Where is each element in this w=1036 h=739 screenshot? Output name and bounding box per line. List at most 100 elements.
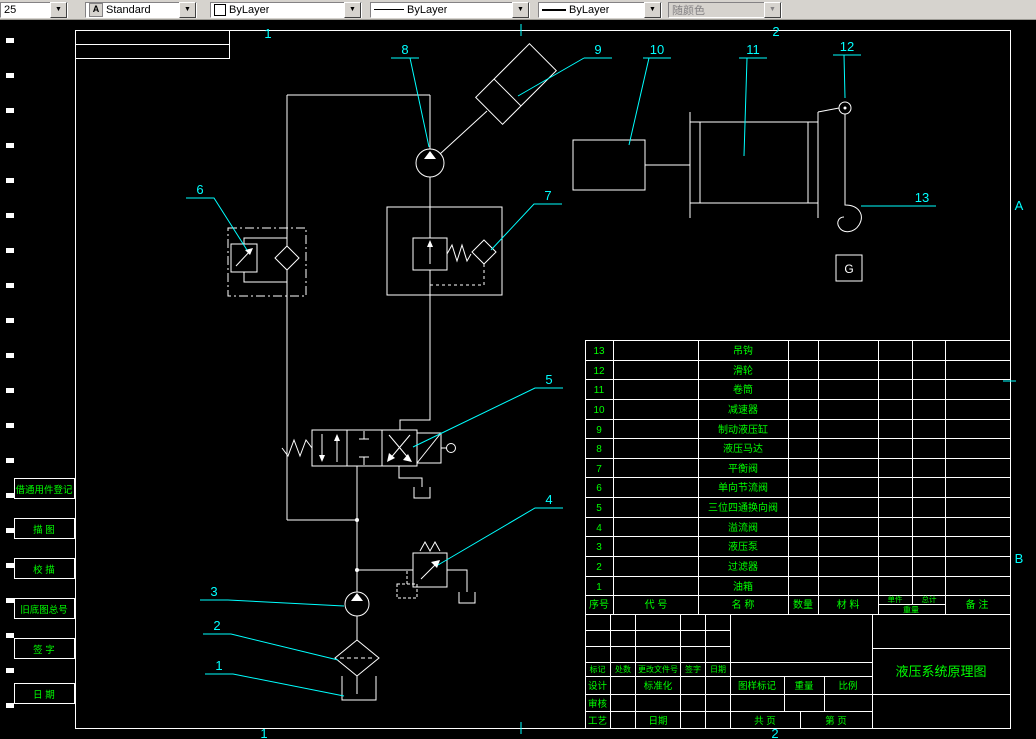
parts-header-total: 总计 — [922, 594, 937, 604]
drawing-title: 液压系统原理图 — [895, 664, 986, 679]
filter-symbol — [334, 639, 380, 677]
relief-drain-tank — [447, 569, 476, 604]
tb-design: 设计 — [588, 680, 608, 692]
parts-row-no: 6 — [596, 483, 602, 494]
callout-number-4: 4 — [545, 492, 552, 507]
parts-row-name: 过滤器 — [728, 560, 758, 573]
check-valve-diamond — [274, 245, 300, 271]
margin-label: 日 期 — [33, 690, 55, 701]
lineweight-combo-value: ByLayer — [569, 3, 610, 16]
drum-symbol — [689, 112, 819, 218]
lineweight-combo-arrow-icon[interactable]: ▼ — [644, 1, 661, 18]
parts-row-no: 13 — [593, 346, 605, 357]
callout-number-9: 9 — [594, 42, 601, 57]
lineweight-sample-icon — [542, 8, 566, 11]
parts-row-no: 12 — [593, 366, 605, 377]
zone-top-2: 2 — [772, 24, 779, 39]
tb-count: 处数 — [615, 664, 631, 674]
parts-row-name: 减速器 — [728, 404, 758, 416]
tb-standardization: 标准化 — [644, 680, 673, 692]
pump-symbol — [344, 591, 370, 617]
parts-row-name: 制动液压缸 — [718, 423, 768, 436]
reducer-symbol — [572, 139, 646, 191]
parts-row-no: 1 — [596, 582, 602, 593]
parts-row-name: 油箱 — [733, 580, 753, 593]
pulley-symbol — [817, 101, 852, 196]
parts-header-code: 代 号 — [645, 599, 668, 611]
tb-audit: 审核 — [588, 698, 608, 710]
oil-tank-symbol — [341, 676, 377, 701]
callout-number-1: 1 — [215, 658, 222, 673]
parts-header-no: 序号 — [589, 598, 609, 611]
callout-number-5: 5 — [545, 372, 552, 387]
tb-change-doc: 更改文件号 — [638, 664, 678, 674]
parts-row-name: 溢流阀 — [728, 521, 758, 534]
margin-label: 签 字 — [33, 644, 55, 656]
linetype-combo-arrow-icon[interactable]: ▼ — [512, 1, 529, 18]
parts-header-weight: 重量 — [903, 605, 919, 615]
parts-row-name: 液压马达 — [723, 442, 763, 455]
parts-header-name: 名 称 — [732, 598, 755, 611]
color-combo-arrow-icon[interactable]: ▼ — [344, 1, 361, 18]
layer-combo[interactable]: 25 ▼ — [0, 1, 68, 18]
margin-label: 描 图 — [33, 524, 55, 536]
color-combo[interactable]: ByLayer ▼ — [210, 1, 362, 18]
tb-process-date: 日期 — [648, 716, 667, 727]
balance-valve-spring — [446, 243, 472, 263]
parts-header-unit: 单件 — [888, 594, 903, 604]
linetype-combo-value: ByLayer — [407, 3, 448, 16]
callout-number-11: 11 — [746, 42, 760, 57]
valve-drain-tank — [398, 466, 431, 499]
parts-header-qty: 数量 — [793, 598, 813, 611]
plotstyle-combo-arrow-icon: ▼ — [764, 1, 781, 18]
parts-row-no: 5 — [596, 503, 602, 514]
text-style-icon: A — [89, 2, 103, 17]
lineweight-combo[interactable]: ByLayer ▼ — [538, 1, 662, 18]
plotstyle-combo-value: 随颜色 — [672, 4, 705, 17]
parts-header-remarks: 备 注 — [966, 598, 989, 611]
tb-sign: 签字 — [685, 664, 701, 674]
parts-header-material: 材 料 — [837, 598, 860, 611]
parts-table-horizontal-lines — [585, 340, 1010, 615]
layer-combo-arrow-icon[interactable]: ▼ — [50, 1, 67, 18]
tb-process: 工艺 — [588, 716, 607, 727]
callout-number-12: 12 — [840, 39, 854, 54]
parts-row-no: 3 — [596, 542, 602, 553]
parts-row-no: 10 — [593, 405, 605, 416]
margin-label: 借通用件登记 — [15, 484, 73, 496]
margin-label: 旧底图总号 — [20, 604, 68, 616]
motor-brake-link — [439, 110, 488, 155]
text-style-combo-arrow-icon[interactable]: ▼ — [179, 1, 196, 18]
margin-label-boxes — [14, 478, 75, 704]
text-style-combo-value: Standard — [106, 3, 151, 16]
parts-row-name: 滑轮 — [733, 364, 753, 377]
weight-box: G — [835, 254, 863, 282]
callout-number-8: 8 — [401, 42, 408, 57]
drawing-canvas[interactable]: 借通用件登记 描 图 校 描 旧底图总号 签 字 日 期 1 2 1 2 A B — [0, 0, 1036, 739]
pump-flow-triangle — [351, 593, 363, 601]
margin-label: 校 描 — [33, 564, 55, 576]
hydraulic-motor-symbol — [415, 110, 488, 178]
zone-bottom-1: 1 — [260, 726, 267, 739]
callout-number-7: 7 — [544, 188, 551, 203]
parts-row-no: 2 — [596, 562, 602, 573]
relief-valve-symbol — [357, 540, 476, 604]
balance-valve-envelope — [386, 206, 503, 296]
object-properties-toolbar: 25 ▼ A Standard ▼ ByLayer ▼ ByLayer ▼ By… — [0, 0, 1036, 20]
parts-row-name: 平衡阀 — [728, 462, 758, 475]
weight-box-label: G — [844, 262, 853, 276]
callout-number-13: 13 — [915, 190, 929, 205]
zone-right-a: A — [1015, 198, 1024, 213]
margin-scale-ticks — [6, 38, 14, 708]
zone-markers: 1 2 1 2 A B — [260, 24, 1024, 739]
parts-row-name: 液压泵 — [728, 540, 758, 553]
parts-row-no: 7 — [596, 464, 602, 475]
tb-sheet-no: 第 页 — [825, 715, 847, 727]
linetype-combo[interactable]: ByLayer ▼ — [370, 1, 530, 18]
parts-row-no: 8 — [596, 444, 602, 455]
text-style-combo[interactable]: A Standard ▼ — [85, 1, 197, 18]
tb-weight: 重量 — [794, 680, 814, 692]
directional-valve-symbol — [281, 429, 456, 499]
parts-row-name: 吊钩 — [733, 345, 753, 357]
color-combo-value: ByLayer — [229, 3, 270, 16]
